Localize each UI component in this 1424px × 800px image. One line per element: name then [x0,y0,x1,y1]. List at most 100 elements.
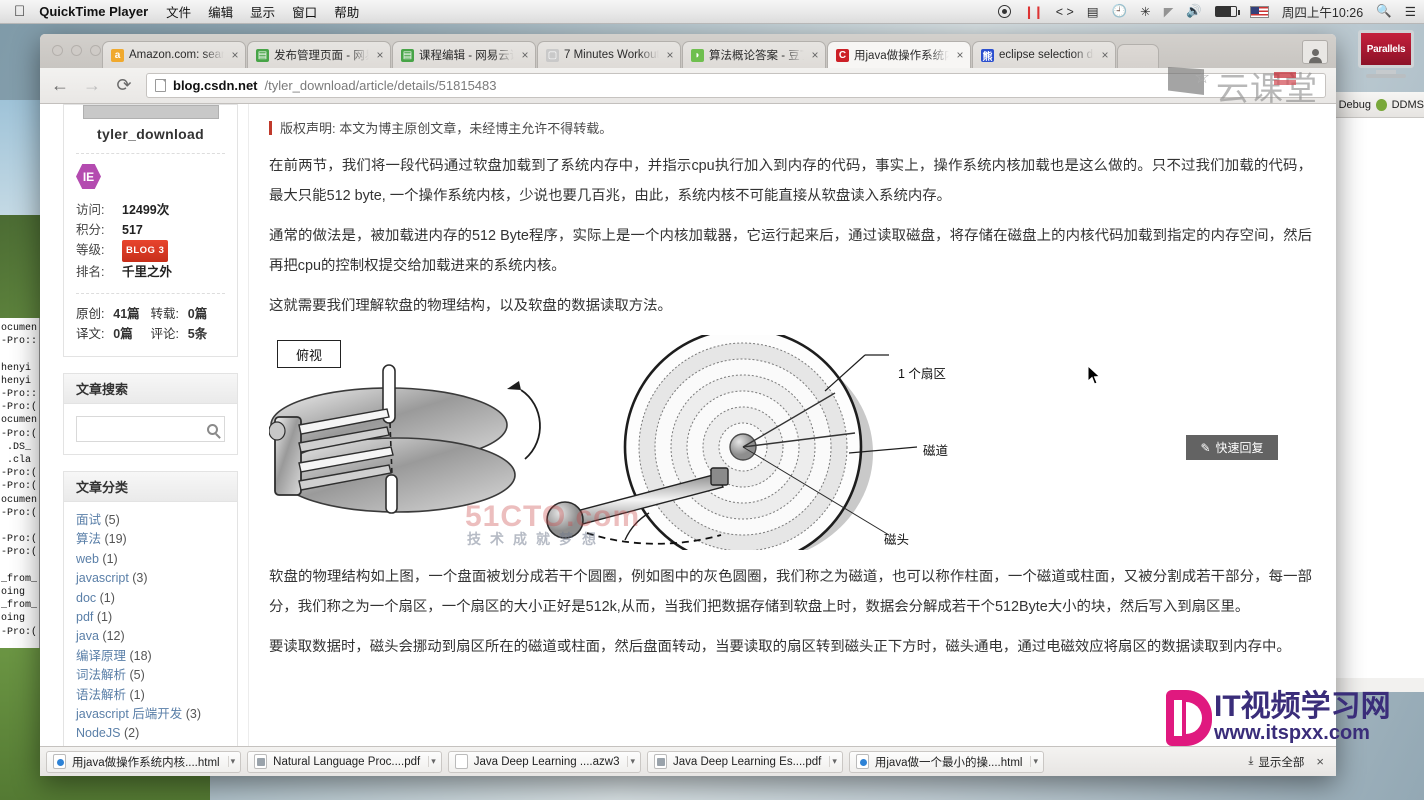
battery-icon[interactable] [1214,6,1240,17]
app-title[interactable]: QuickTime Player [39,4,148,19]
browser-tab[interactable]: 熊 eclipse selection doc × [972,41,1116,68]
download-menu-button[interactable]: ▾ [428,756,436,767]
category-name: javascript [76,571,129,586]
browser-tab[interactable]: ▤ 发布管理页面 - 网易云 × [247,41,391,68]
menu-item-help[interactable]: 帮助 [334,2,359,21]
download-item[interactable]: Java Deep Learning Es....pdf ▾ [647,750,843,773]
category-link[interactable]: pdf (1) [76,608,237,627]
pause-icon[interactable]: ❙❙ [1024,4,1044,19]
close-tab-button[interactable]: × [229,48,241,62]
download-item[interactable]: 用java做操作系统内核....html ▾ [46,750,242,773]
maximize-window-button[interactable] [90,45,101,56]
new-tab-button[interactable] [1117,44,1159,68]
category-name: pdf [76,610,94,625]
close-tab-button[interactable]: × [1099,48,1111,62]
close-tab-button[interactable]: × [374,48,386,62]
category-link[interactable]: javascript 后端开发 (3) [76,705,237,724]
category-link[interactable]: web (1) [76,550,237,569]
category-count: (18) [126,648,152,663]
blog-username[interactable]: tyler_download [76,126,225,142]
page-info-icon[interactable] [155,79,166,92]
parallels-icon[interactable]: Parallels [1350,28,1422,84]
terminal-line: .cla [1,455,32,467]
menu-item-window[interactable]: 窗口 [292,2,317,21]
parallels-base [1366,74,1406,78]
minimize-window-button[interactable] [71,45,82,56]
wifi-icon[interactable]: ◤ [1164,4,1174,19]
reload-button[interactable]: ⟳ [114,75,134,96]
category-link[interactable]: 语法解析 (1) [76,686,237,705]
window-controls [52,45,101,56]
download-item[interactable]: Natural Language Proc....pdf ▾ [247,750,442,773]
download-menu-button[interactable]: ▾ [627,756,635,767]
profile-avatar-button[interactable] [1302,40,1328,64]
download-item[interactable]: Java Deep Learning ....azw3 ▾ [447,750,642,773]
category-link[interactable]: 面试 (5) [76,511,237,530]
search-icon[interactable] [207,423,218,435]
browser-tab[interactable]: C 用java做操作系统内核 × [827,41,971,68]
category-link[interactable]: 编译原理 (18) [76,647,237,666]
close-tab-button[interactable]: × [664,48,676,62]
category-link[interactable]: 算法 (19) [76,530,237,549]
download-menu-button[interactable]: ▾ [227,756,235,767]
terminal-line: henyi [1,375,32,387]
terminal-window[interactable]: ocumen -Pro:: henyi henyi -Pro:: -Pro:(ocume… [0,318,40,648]
close-tab-button[interactable]: × [809,48,821,62]
show-all-downloads-button[interactable]: ⤓ 显示全部 [1248,754,1304,770]
category-name: doc [76,590,97,605]
menu-item-file[interactable]: 文件 [166,2,191,21]
browser-tab[interactable]: ▤ 课程编辑 - 网易云课堂 × [392,41,536,68]
volume-icon[interactable]: 🔊 [1186,4,1202,19]
forward-button[interactable]: → [82,75,102,96]
tab-favicon-icon: ▤ [401,48,414,62]
category-count: (12) [98,629,125,644]
terminal-line: _from_ [1,600,38,612]
close-downloads-bar-button[interactable]: × [1316,754,1324,769]
download-menu-button[interactable]: ▾ [829,756,837,767]
browser-tab[interactable]: ▢ 7 Minutes Workout × [537,41,681,68]
download-menu-button[interactable]: ▾ [1030,756,1038,767]
notification-center-icon[interactable]: ☰ [1405,4,1416,19]
category-link[interactable]: 词法解析 (5) [76,666,237,685]
code-icon[interactable]: < > [1056,5,1074,19]
download-filename: Java Deep Learning ....azw3 [473,755,620,768]
keyboard-icon[interactable]: ▤ [1087,4,1099,19]
category-link[interactable]: doc (1) [76,589,237,608]
back-button[interactable]: ← [50,75,70,96]
address-bar[interactable]: blog.csdn.net/tyler_download/article/det… [146,73,1326,98]
menu-item-edit[interactable]: 编辑 [208,2,233,21]
category-link[interactable]: java (12) [76,627,237,646]
category-link[interactable]: javascript (3) [76,569,237,588]
close-window-button[interactable] [52,45,63,56]
close-tab-button[interactable]: × [954,48,966,62]
eclipse-debug-label[interactable]: Debug [1339,99,1371,111]
mac-menu-bar:  QuickTime Player 文件 编辑 显示 窗口 帮助 ❙❙ < >… [0,0,1424,24]
copyright-notice: 版权声明: 本文为博主原创文章，未经博主允许不得转载。 [269,118,1312,137]
apple-icon[interactable]:  [14,4,25,19]
tab-favicon-icon: C [836,48,849,62]
terminal-line: oing [1,587,26,599]
category-link[interactable]: NodeJS (2) [76,724,237,743]
eclipse-ddms-label[interactable]: DDMS [1392,99,1424,111]
download-item[interactable]: 用java做一个最小的操....html ▾ [848,750,1045,773]
time-machine-icon[interactable]: 🕘 [1112,4,1128,19]
search-input[interactable] [76,416,225,442]
bluetooth-icon[interactable]: ✳ [1140,4,1150,19]
menu-clock[interactable]: 周四上午10:26 [1282,2,1363,21]
terminal-line: -Pro:( [1,468,38,480]
record-icon[interactable] [997,5,1011,18]
download-filename: Java Deep Learning Es....pdf [673,755,822,768]
page-viewport: tyler_download IE 访问: 12499次 积分: 517 等级: BLOG… [40,104,1336,776]
browser-tab[interactable]: a Amazon.com: search × [102,41,246,68]
screen: ocumen -Pro:: henyi henyi -Pro:: -Pro:(ocume… [0,0,1424,800]
tab-title: 7 Minutes Workout [564,49,659,61]
terminal-line: -Pro:( [1,428,38,440]
search-icon[interactable]: 🔍 [1376,4,1392,19]
close-tab-button[interactable]: × [519,48,531,62]
quick-reply-button[interactable]: ✎ 快速回复 [1186,435,1278,460]
browser-tab[interactable]: ◗ 算法概论答案 - 豆丁网 × [682,41,826,68]
us-flag-icon[interactable] [1249,5,1269,18]
menu-item-view[interactable]: 显示 [250,2,275,21]
